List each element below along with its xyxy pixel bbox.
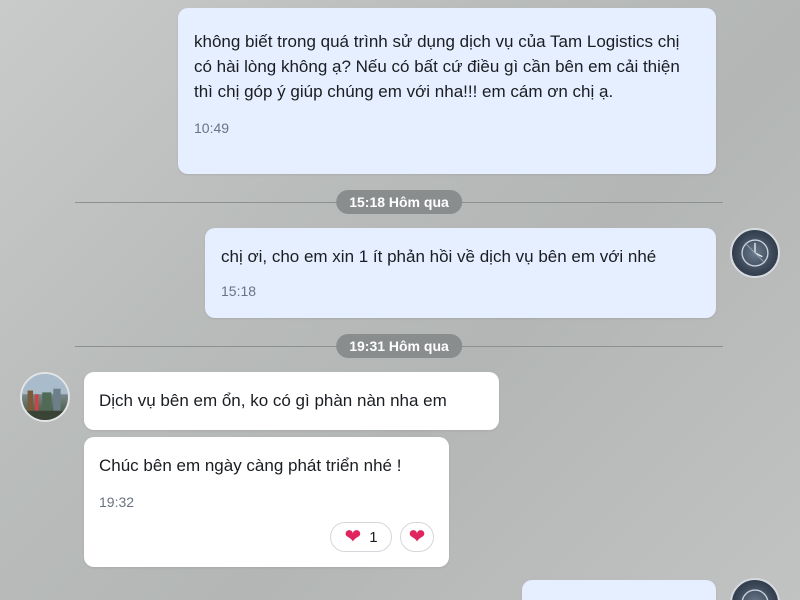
reaction-count: 1 bbox=[369, 528, 378, 546]
message-text: không biết trong quá trình sử dụng dịch … bbox=[194, 32, 680, 101]
avatar[interactable] bbox=[730, 578, 780, 600]
add-reaction-button[interactable]: ❤ bbox=[400, 522, 434, 552]
heart-icon: ❤ bbox=[344, 526, 362, 548]
divider-label: 15:18 Hôm qua bbox=[336, 190, 462, 214]
clock-avatar-icon bbox=[741, 239, 769, 267]
clock-avatar-icon bbox=[741, 589, 769, 600]
incoming-message[interactable]: Dịch vụ bên em ổn, ko có gì phàn nàn nha… bbox=[84, 372, 499, 430]
heart-icon: ❤ bbox=[408, 526, 426, 548]
date-divider: 19:31 Hôm qua bbox=[75, 334, 723, 358]
outgoing-message[interactable]: chị ơi, cho em xin 1 ít phản hồi về dịch… bbox=[205, 228, 716, 318]
avatar[interactable] bbox=[20, 372, 70, 422]
message-text: chị ơi, cho em xin 1 ít phản hồi về dịch… bbox=[221, 247, 657, 266]
outgoing-message[interactable]: không biết trong quá trình sử dụng dịch … bbox=[178, 8, 716, 174]
message-time: 19:32 bbox=[99, 494, 135, 510]
message-text: Chúc bên em ngày càng phát triển nhé ! bbox=[99, 456, 402, 475]
message-time: 15:18 bbox=[221, 283, 257, 299]
date-divider: 15:18 Hôm qua bbox=[75, 190, 723, 214]
avatar[interactable] bbox=[730, 228, 780, 278]
message-text: Dịch vụ bên em ổn, ko có gì phàn nàn nha… bbox=[99, 391, 447, 410]
reaction-heart-count[interactable]: ❤ 1 bbox=[330, 522, 392, 552]
reaction-bar: ❤ 1 ❤ bbox=[330, 522, 434, 552]
message-time: 10:49 bbox=[194, 120, 230, 136]
photo-avatar-icon bbox=[22, 374, 68, 420]
outgoing-message[interactable] bbox=[522, 580, 716, 600]
chat-area: không biết trong quá trình sử dụng dịch … bbox=[0, 0, 800, 600]
divider-label: 19:31 Hôm qua bbox=[336, 334, 462, 358]
